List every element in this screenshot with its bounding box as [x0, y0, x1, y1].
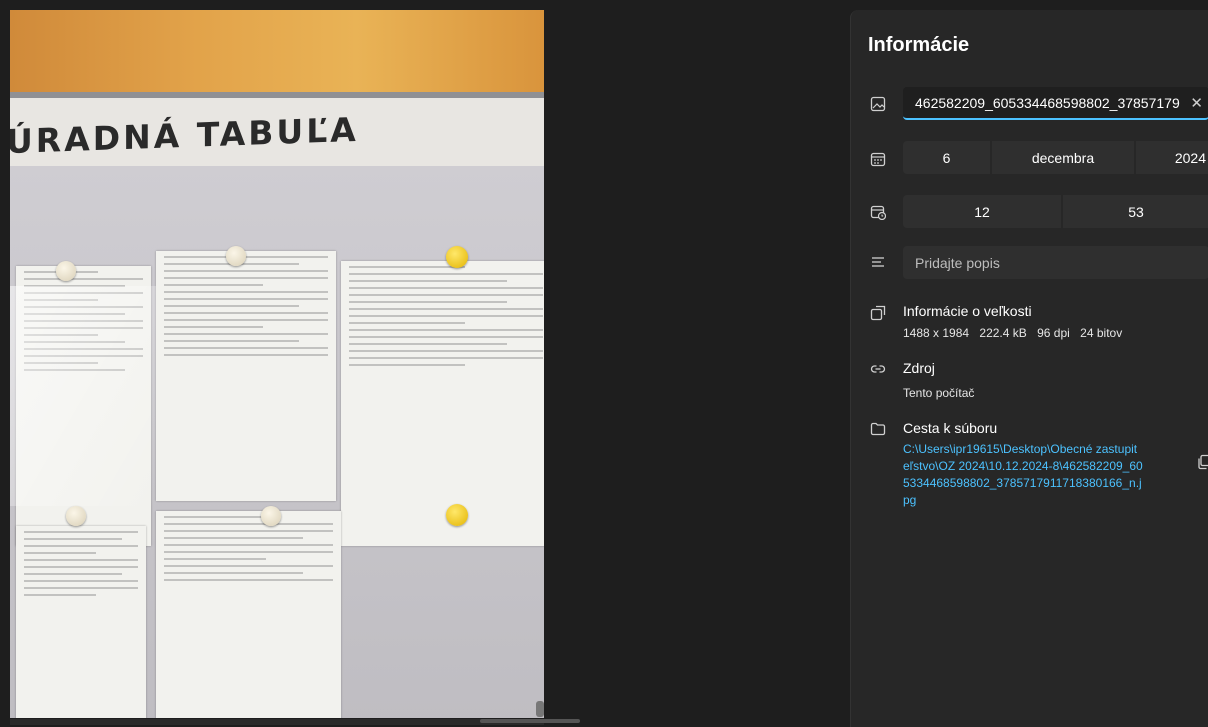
- panel-title: Informácie: [868, 34, 970, 56]
- notice-board-title: ÚRADNÁ TABUĽA: [10, 109, 359, 162]
- date-year-picker[interactable]: 2024: [1136, 141, 1208, 174]
- size-info-title: Informácie o veľkosti: [903, 303, 1032, 319]
- calendar-clock-icon: [869, 203, 887, 221]
- link-icon: [869, 360, 887, 378]
- copy-icon[interactable]: [1197, 454, 1208, 475]
- file-path-link[interactable]: C:\Users\ipr19615\Desktop\Obecné zastupi…: [903, 441, 1143, 509]
- notice-sheet: [156, 511, 341, 718]
- file-name-value: 462582209_605334468598802_37857179: [915, 94, 1180, 111]
- image-dpi: 96 dpi: [1037, 326, 1070, 340]
- date-year: 2024: [1174, 149, 1206, 166]
- info-panel: Informácie 462582209_605334468598802_378…: [850, 10, 1208, 727]
- notice-board-surface: [10, 166, 544, 718]
- magnet: [261, 506, 281, 526]
- date-day: 6: [942, 149, 951, 166]
- clear-icon[interactable]: ✕: [1190, 94, 1203, 112]
- wall-background: [10, 10, 544, 98]
- image-icon: [869, 95, 887, 113]
- time-minute-picker[interactable]: 53: [1063, 195, 1208, 228]
- magnet: [446, 504, 468, 526]
- description-input[interactable]: Pridajte popis: [903, 246, 1208, 279]
- source-value: Tento počítač: [903, 386, 975, 400]
- scrollbar-thumb[interactable]: [480, 719, 580, 723]
- date-month: decembra: [1031, 149, 1095, 166]
- notice-sheet: [156, 251, 336, 501]
- time-minute: 53: [1128, 203, 1144, 220]
- resize-icon: [869, 304, 887, 322]
- size-info-values: 1488 x 1984 222.4 kB 96 dpi 24 bitov: [903, 326, 1129, 340]
- time-hour: 12: [974, 203, 990, 220]
- board-handle: [536, 701, 544, 717]
- source-title: Zdroj: [903, 360, 935, 376]
- bit-depth: 24 bitov: [1080, 326, 1123, 340]
- folder-icon: [869, 420, 887, 438]
- magnet: [226, 246, 246, 266]
- file-size: 222.4 kB: [979, 326, 1027, 340]
- notice-sheet: [341, 261, 544, 546]
- magnet: [56, 261, 76, 281]
- magnet: [66, 506, 86, 526]
- notice-sheet: [16, 526, 146, 718]
- date-month-picker[interactable]: decembra: [992, 141, 1134, 174]
- time-hour-picker[interactable]: 12: [903, 195, 1061, 228]
- photo-viewport[interactable]: ÚRADNÁ TABUĽA: [10, 10, 544, 718]
- light-glare: [10, 286, 156, 506]
- file-path-title: Cesta k súboru: [903, 420, 998, 436]
- date-day-picker[interactable]: 6: [903, 141, 990, 174]
- calendar-icon: [869, 150, 887, 168]
- horizontal-scrollbar[interactable]: [10, 719, 580, 725]
- text-lines-icon: [869, 253, 887, 271]
- image-dimensions: 1488 x 1984: [903, 326, 970, 340]
- file-name-input[interactable]: 462582209_605334468598802_37857179 ✕: [903, 87, 1208, 120]
- notice-board: ÚRADNÁ TABUĽA: [10, 92, 544, 718]
- notice-board-header: ÚRADNÁ TABUĽA: [10, 98, 544, 166]
- description-placeholder: Pridajte popis: [915, 254, 1000, 271]
- magnet: [446, 246, 468, 268]
